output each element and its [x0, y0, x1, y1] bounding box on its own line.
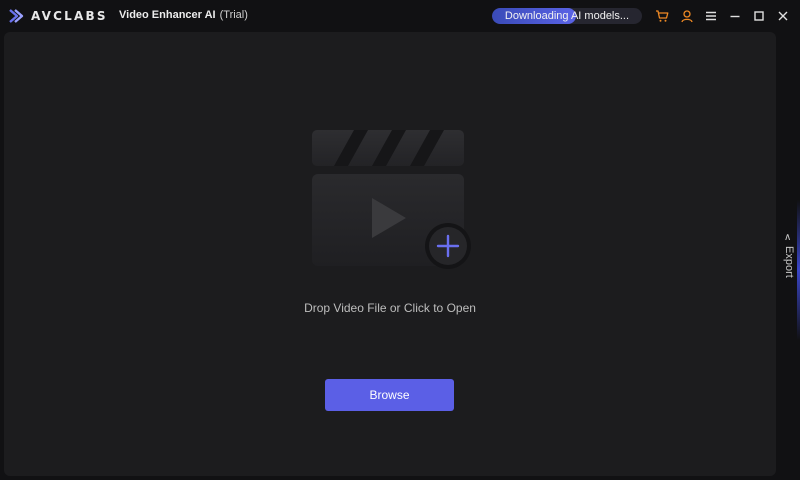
app-title: Video Enhancer AI (Trial) [119, 9, 248, 21]
close-icon[interactable] [776, 9, 790, 23]
download-progress-label: Downloading AI models... [504, 10, 630, 22]
user-icon[interactable] [680, 9, 694, 23]
minimize-icon[interactable] [728, 9, 742, 23]
brand-name: AVCLABS [31, 9, 108, 23]
cart-icon[interactable] [655, 9, 669, 23]
maximize-icon[interactable] [752, 9, 766, 23]
avclabs-logo-icon [9, 9, 24, 23]
download-progress[interactable]: Downloading AI models... [492, 8, 642, 24]
app-title-text: Video Enhancer AI [119, 9, 216, 21]
menu-icon[interactable] [704, 9, 718, 23]
export-label[interactable]: Export [783, 246, 795, 278]
chevron-up-icon[interactable]: ∧ [784, 232, 791, 243]
title-bar: AVCLABS Video Enhancer AI (Trial) Downloa… [0, 0, 800, 32]
trial-badge: (Trial) [219, 9, 248, 21]
browse-button[interactable]: Browse [325, 379, 454, 411]
drop-instruction: Drop Video File or Click to Open [304, 301, 476, 315]
video-clapperboard-icon[interactable] [306, 126, 472, 272]
